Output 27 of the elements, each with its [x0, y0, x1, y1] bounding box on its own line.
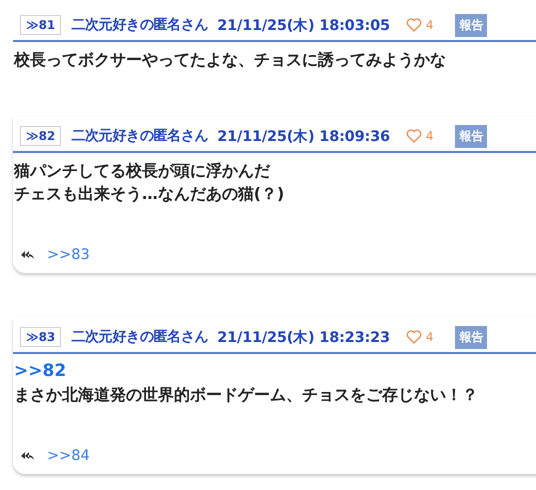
- post-text: まさか北海道発の世界的ボードゲーム、チョスをご存じない！？: [14, 384, 478, 406]
- reply-icon: [20, 250, 35, 260]
- post-text: 校長ってボクサーやってたよな、チョスに誘ってみようかな: [14, 49, 446, 71]
- post-number-link[interactable]: ≫83: [20, 327, 62, 347]
- author-name: 二次元好きの匿名さん: [71, 328, 208, 346]
- heart-icon: [406, 330, 422, 344]
- anchor-link[interactable]: >>82: [14, 360, 66, 383]
- post-number-link[interactable]: ≫81: [20, 15, 62, 35]
- post-text: チェスも出来そう…なんだあの猫(？): [14, 183, 284, 205]
- post-datetime: 21/11/25(木) 18:03:05: [217, 16, 390, 34]
- reply-link[interactable]: >>83: [47, 247, 90, 263]
- author-name: 二次元好きの匿名さん: [71, 127, 208, 145]
- heart-icon: [406, 129, 422, 143]
- post-datetime: 21/11/25(木) 18:23:23: [217, 328, 390, 346]
- like-button[interactable]: 4: [406, 129, 434, 143]
- report-button[interactable]: 報告: [455, 326, 488, 348]
- post-number-link[interactable]: ≫82: [20, 126, 62, 146]
- heart-icon: [406, 18, 422, 32]
- like-button[interactable]: 4: [406, 18, 434, 32]
- post-text: 猫パンチしてる校長が頭に浮かんだ: [14, 160, 270, 182]
- author-name: 二次元好きの匿名さん: [71, 16, 208, 34]
- like-button[interactable]: 4: [406, 330, 434, 344]
- post-datetime: 21/11/25(木) 18:09:36: [217, 128, 390, 146]
- report-button[interactable]: 報告: [455, 124, 488, 148]
- reply-link[interactable]: >>84: [47, 448, 90, 464]
- reply-icon: [20, 451, 35, 461]
- report-button[interactable]: 報告: [455, 14, 488, 36]
